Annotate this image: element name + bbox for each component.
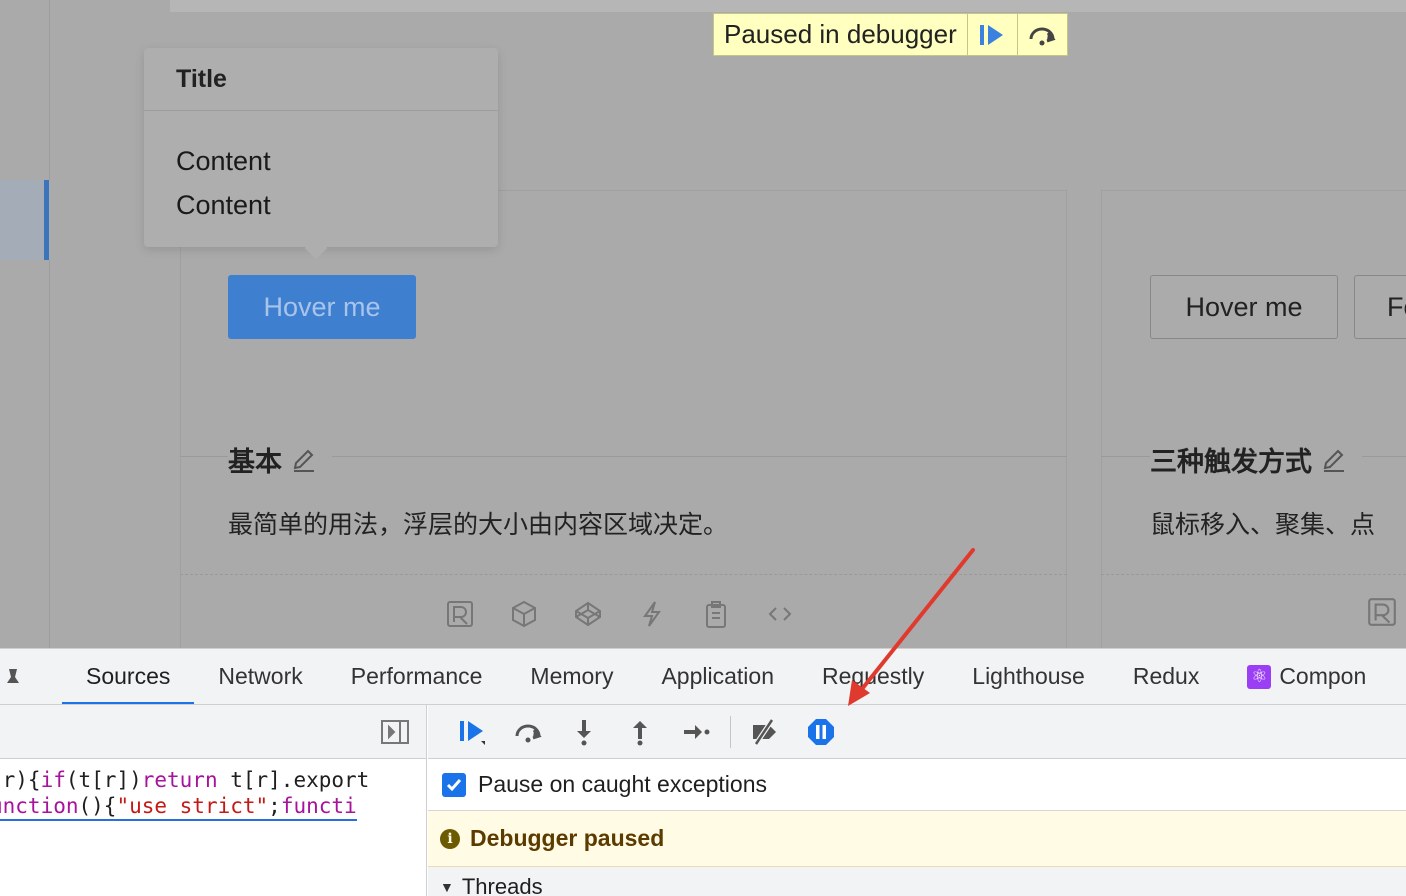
step-over-button[interactable] [500, 705, 556, 759]
debugger-paused-message: i Debugger paused [428, 811, 1406, 867]
nav-active-item[interactable] [0, 180, 50, 260]
tab-network[interactable]: Network [194, 649, 326, 704]
react-icon: ⚛ [1247, 664, 1272, 689]
step-into-button[interactable] [556, 705, 612, 759]
tab-performance[interactable]: Performance [327, 649, 507, 704]
tab-components[interactable]: ⚛ Compon [1223, 649, 1390, 704]
step-button[interactable] [668, 705, 724, 759]
toggle-debugger-sidebar-icon[interactable] [380, 719, 410, 745]
pause-on-caught-label: Pause on caught exceptions [478, 771, 767, 797]
codepen-icon[interactable] [572, 596, 604, 632]
riddle-icon[interactable] [444, 596, 476, 632]
code-line: (r){if(t[r])return t[r].export [0, 768, 370, 792]
step-out-button[interactable] [612, 705, 668, 759]
threads-section-header[interactable]: ▼ Threads [428, 867, 1406, 896]
popover-content-line: Content [176, 146, 271, 176]
code-icon[interactable] [764, 596, 796, 632]
edit-icon-2[interactable] [1320, 446, 1348, 474]
code-actions [444, 596, 796, 632]
edit-icon[interactable] [290, 446, 318, 474]
pause-on-caught-row[interactable]: Pause on caught exceptions [428, 759, 1406, 811]
codesandbox-icon[interactable] [508, 596, 540, 632]
source-editor[interactable]: (r){if(t[r])return t[r].export unction()… [0, 705, 427, 896]
paused-label: Paused in debugger [724, 19, 957, 49]
editor-toolbar [0, 705, 426, 759]
resume-button[interactable] [444, 705, 500, 759]
section-title-text-2: 三种触发方式 [1150, 447, 1312, 477]
popover-content-line: Content [176, 190, 271, 220]
devtools-panel: Sources Network Performance Memory Appli… [0, 648, 1406, 896]
deactivate-breakpoints-icon [753, 718, 776, 745]
truncated-text-strip [170, 0, 1406, 12]
step-over-icon[interactable] [1016, 14, 1067, 55]
tab-requestly[interactable]: Requestly [798, 649, 948, 704]
debugger-paused-label: Debugger paused [470, 825, 665, 851]
code-line: unction(){"use strict";functi [0, 793, 426, 821]
tab-memory[interactable]: Memory [506, 649, 637, 704]
demo-card-basic [180, 190, 1067, 648]
inspect-element-icon[interactable] [0, 649, 38, 704]
nav-active-indicator [44, 180, 49, 260]
page-content: Hover me Hover me Fo 基本 三种触发方式 最简单的用法，浮层… [0, 0, 1406, 648]
paused-in-debugger-bar: Paused in debugger [713, 13, 1068, 56]
dashed-divider [180, 574, 1067, 575]
popover-title: Title [144, 48, 498, 111]
step-into-icon [577, 719, 591, 745]
popover: Title Content Content [144, 48, 498, 247]
tab-sources[interactable]: Sources [62, 649, 195, 704]
dashed-divider-2 [1101, 574, 1406, 575]
section-title-trigger: 三种触发方式 [1150, 440, 1362, 479]
tab-redux[interactable]: Redux [1109, 649, 1223, 704]
debugger-toolbar [428, 705, 1406, 759]
popover-body: Content Content [144, 111, 498, 227]
info-icon: i [440, 828, 460, 849]
step-icon [684, 724, 710, 739]
riddle-icon-2[interactable] [1366, 596, 1398, 633]
section-description: 最简单的用法，浮层的大小由内容区域决定。 [228, 511, 729, 539]
section-description-2: 鼠标移入、聚集、点 [1150, 511, 1376, 539]
hover-me-button-2[interactable]: Hover me [1150, 275, 1338, 339]
pause-on-exceptions-button[interactable] [793, 705, 849, 759]
tab-application[interactable]: Application [637, 649, 798, 704]
hover-me-button[interactable]: Hover me [228, 275, 416, 339]
left-nav-rail [0, 0, 50, 648]
demo-card-trigger [1101, 190, 1406, 648]
resume-icon[interactable] [966, 14, 1017, 55]
code-content: (r){if(t[r])return t[r].export unction()… [0, 759, 426, 821]
deactivate-breakpoints-button[interactable] [737, 705, 793, 759]
copy-icon[interactable] [700, 596, 732, 632]
pause-on-exceptions-icon [808, 718, 834, 745]
threads-label: Threads [461, 874, 543, 896]
tab-components-label: Compon [1279, 663, 1367, 689]
focus-me-button[interactable]: Fo [1354, 275, 1406, 339]
stackblitz-icon[interactable] [636, 596, 668, 632]
step-out-icon [633, 720, 647, 745]
debugger-sidebar: Pause on caught exceptions i Debugger pa… [428, 705, 1406, 896]
section-title-basic: 基本 [228, 440, 332, 479]
toolbar-separator [730, 715, 731, 748]
devtools-tabbar: Sources Network Performance Memory Appli… [0, 649, 1406, 705]
section-title-text: 基本 [228, 447, 282, 477]
triangle-down-icon: ▼ [440, 879, 454, 895]
resume-icon [460, 720, 485, 745]
step-over-icon [515, 724, 542, 742]
tab-lighthouse[interactable]: Lighthouse [948, 649, 1109, 704]
pause-on-caught-checkbox[interactable] [442, 772, 466, 797]
